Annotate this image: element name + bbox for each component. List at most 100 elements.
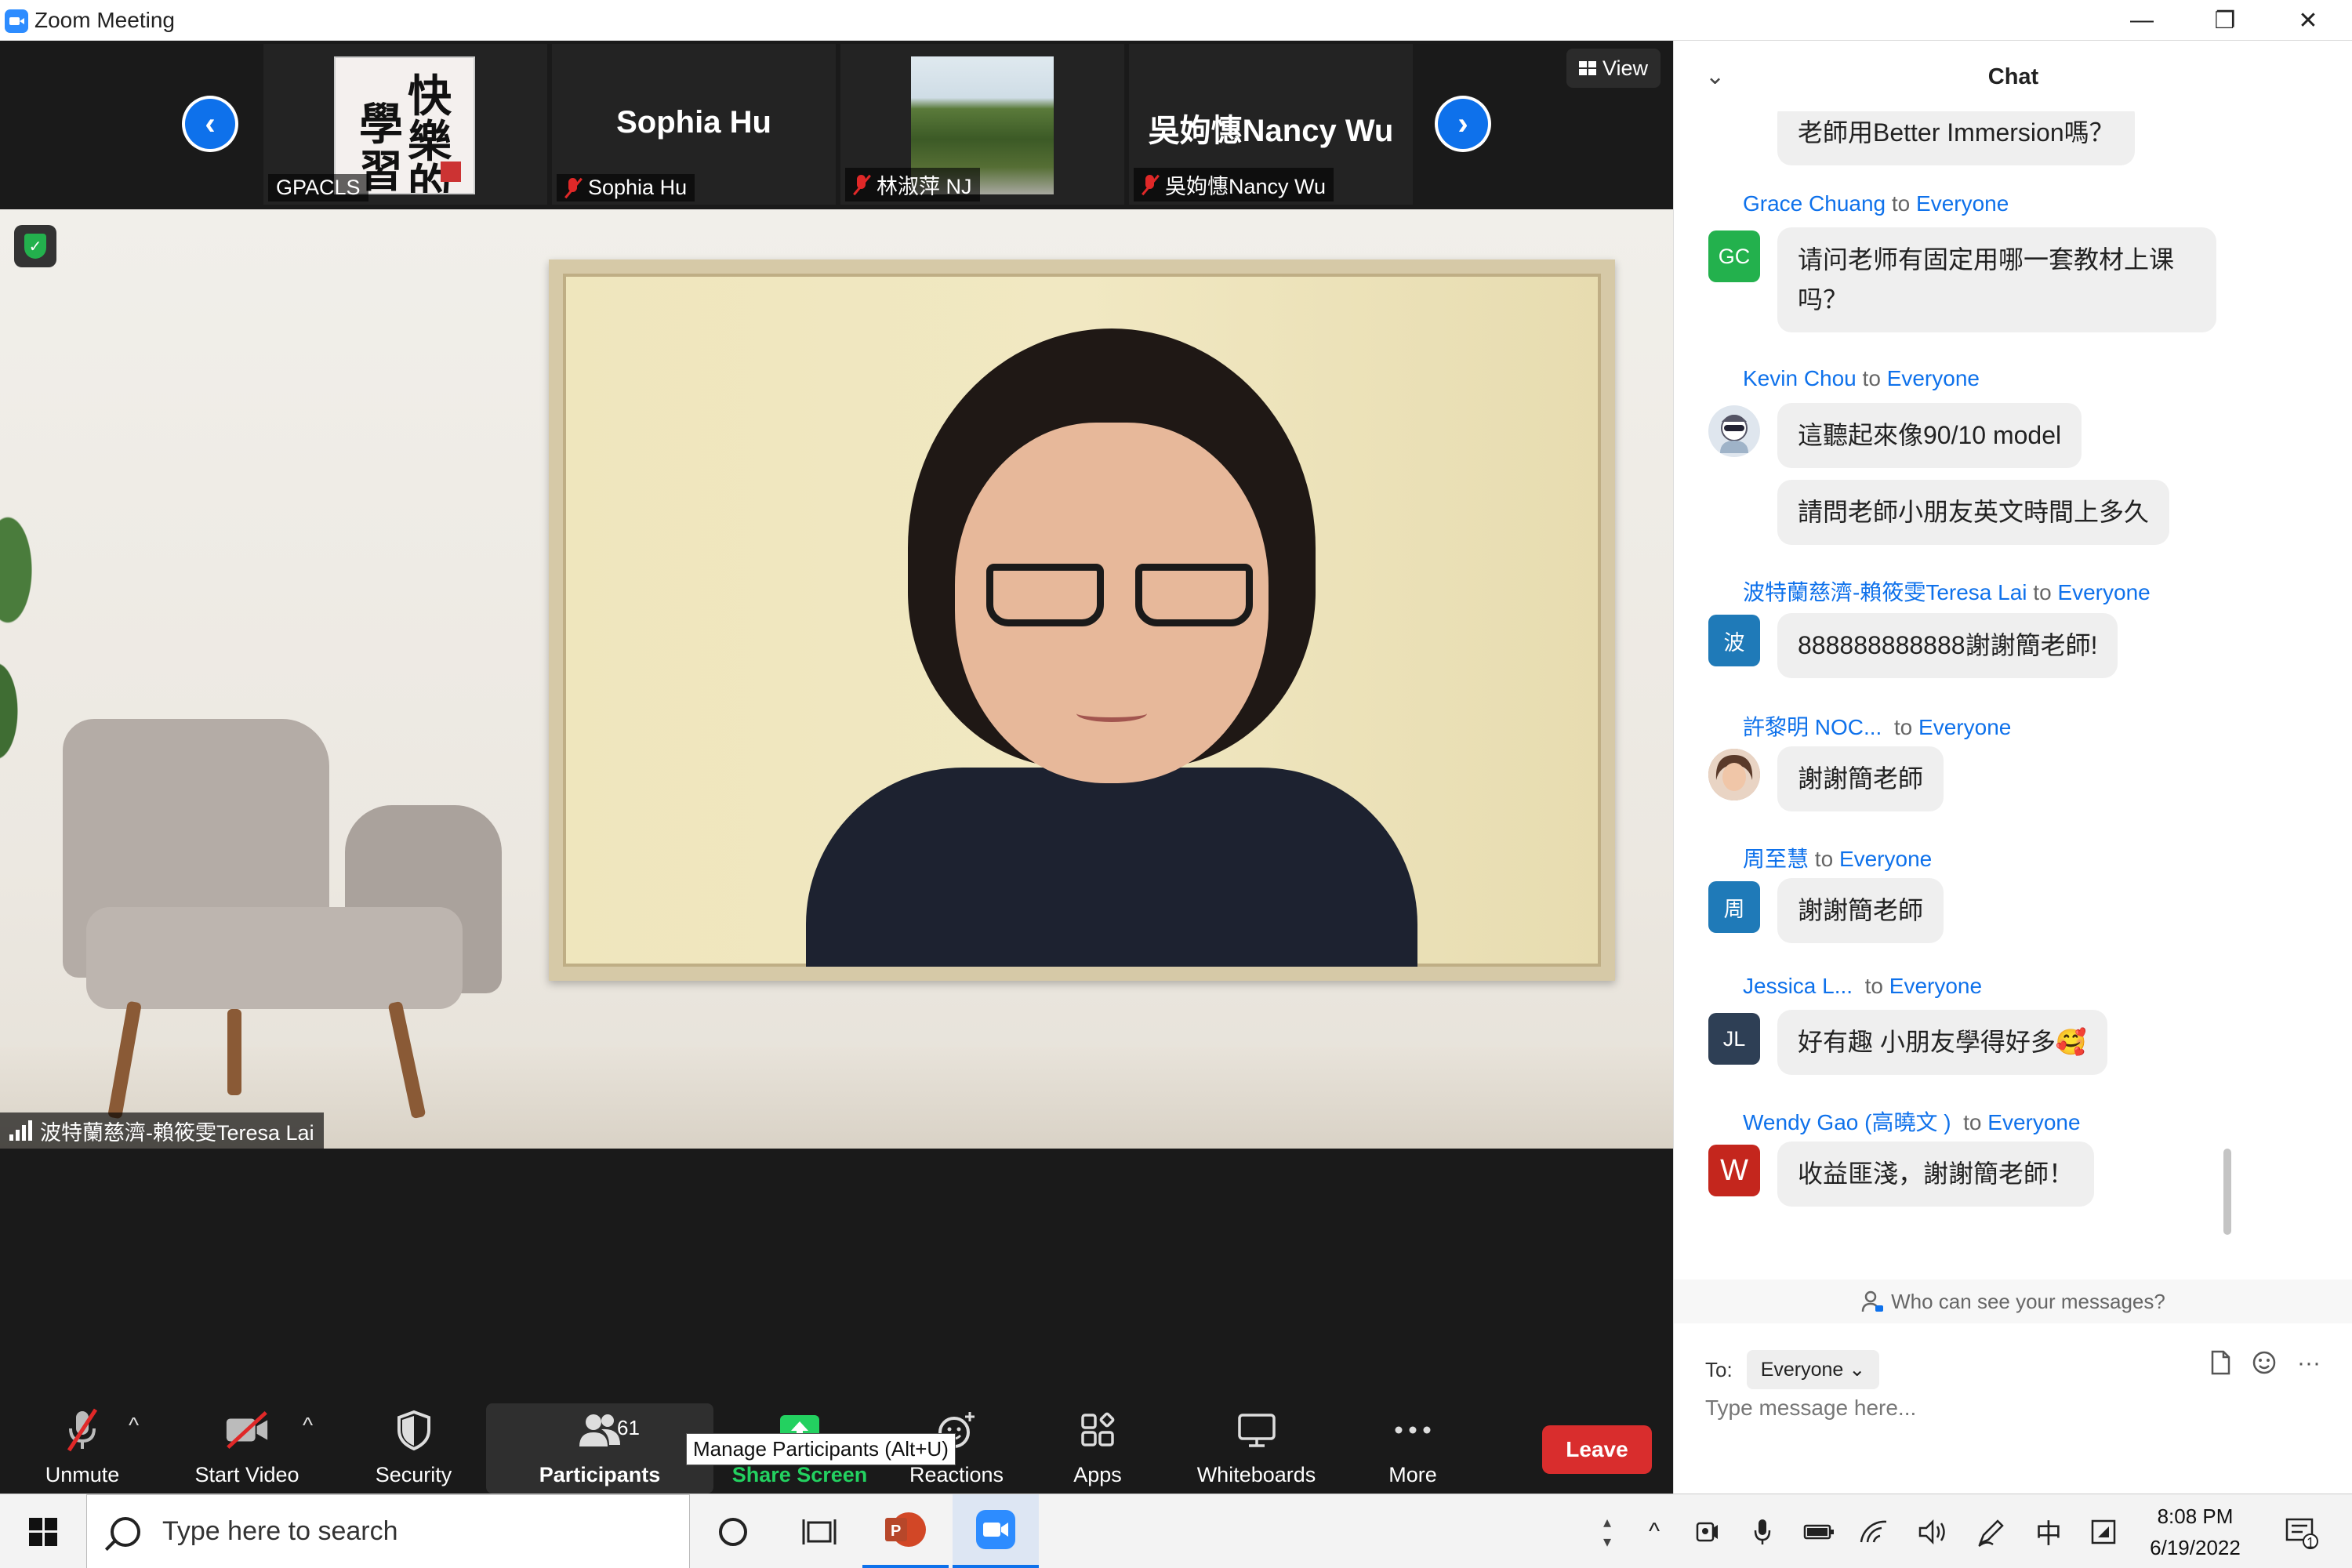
taskbar-clock[interactable]: 8:08 PM 6/19/2022: [2148, 1501, 2242, 1564]
tray-volume-icon[interactable]: [1909, 1494, 1956, 1568]
apps-button[interactable]: Apps: [1066, 1403, 1129, 1494]
grid-view-icon: [1578, 61, 1596, 75]
leave-button[interactable]: Leave: [1542, 1425, 1652, 1474]
who-can-see-link[interactable]: Who can see your messages?: [1674, 1279, 2352, 1323]
file-icon[interactable]: [2209, 1350, 2231, 1375]
cortana-button[interactable]: [690, 1494, 776, 1568]
participants-button[interactable]: 61 Participants: [486, 1403, 713, 1494]
tile-center-name: Sophia Hu: [616, 105, 771, 140]
whiteboards-button[interactable]: Whiteboards: [1188, 1403, 1325, 1494]
video-options-caret[interactable]: ^: [303, 1413, 313, 1438]
mic-muted-icon: [853, 174, 870, 196]
participant-tile-sophia[interactable]: Sophia Hu Sophia Hu: [552, 44, 836, 205]
chat-sender: Grace Chuang to Everyone: [1743, 191, 2009, 216]
tray-meeting-icon[interactable]: [1686, 1494, 1730, 1568]
tray-scroll[interactable]: ▴ ▾: [1592, 1494, 1623, 1568]
chat-bubble: 请问老师有固定用哪一套教材上课吗？: [1777, 227, 2216, 333]
task-view-button[interactable]: [776, 1494, 862, 1568]
tray-wifi-icon[interactable]: [1850, 1494, 1897, 1568]
tray-microphone-icon[interactable]: [1740, 1494, 1784, 1568]
tray-ime-indicator[interactable]: 中: [2027, 1494, 2071, 1568]
tile-name-label: Sophia Hu: [557, 174, 695, 201]
unmute-button[interactable]: Unmute: [31, 1403, 133, 1494]
tray-battery-icon[interactable]: [1795, 1494, 1842, 1568]
more-dots-icon: [1389, 1408, 1436, 1452]
chat-sender: Kevin Chou to Everyone: [1743, 366, 1980, 390]
chat-sender: Jessica L... to Everyone: [1743, 974, 1983, 998]
participants-tooltip: Manage Participants (Alt+U): [686, 1433, 956, 1465]
seal-stamp: [441, 162, 461, 182]
tray-pen-icon[interactable]: [1968, 1494, 2015, 1568]
avatar: 波: [1708, 615, 1760, 666]
avatar: 周: [1708, 881, 1760, 933]
video-off-icon: [223, 1408, 270, 1452]
tile-name-label: 吳姁憓Nancy Wu: [1134, 168, 1334, 201]
chat-scrollbar[interactable]: [2223, 1149, 2231, 1235]
chat-bubble: 謝謝簡老師: [1777, 746, 1944, 812]
signal-strength-icon: [9, 1120, 32, 1141]
chat-bubble: 老師用Better Immersion嗎？: [1777, 111, 2135, 166]
picture-frame: [549, 260, 1615, 981]
participant-tile-gpacls[interactable]: 快 樂 的 學 習 GPACLS: [263, 44, 547, 205]
tile-center-name: 吳姁憓Nancy Wu: [1148, 114, 1394, 148]
armchair: [31, 719, 517, 1120]
participants-count: 61: [617, 1416, 640, 1439]
emoji-icon[interactable]: [2252, 1350, 2277, 1375]
more-button[interactable]: More: [1381, 1403, 1444, 1494]
svg-text:P: P: [891, 1523, 901, 1540]
shield-icon: [390, 1408, 437, 1452]
audio-options-caret[interactable]: ^: [129, 1413, 139, 1438]
chat-bubble: 收益匪淺，謝謝簡老師！: [1777, 1142, 2095, 1207]
person-lock-icon: [1861, 1290, 1884, 1312]
search-icon: [111, 1516, 140, 1547]
mic-muted-icon: [1142, 174, 1159, 196]
title-bar: Zoom Meeting — ❐ ✕: [0, 0, 2352, 41]
mic-muted-icon: [564, 177, 582, 199]
window-title: Zoom Meeting: [34, 8, 175, 32]
recipient-dropdown[interactable]: Everyone ⌄: [1746, 1350, 1880, 1389]
chat-sender: Wendy Gao (高曉文 ) to Everyone: [1743, 1110, 2081, 1134]
avatar-cartoon-image: [1708, 405, 1760, 457]
participant-tile-nancy[interactable]: 吳姁憓Nancy Wu 吳姁憓Nancy Wu: [1129, 44, 1413, 205]
chat-bubble: 888888888888謝謝簡老師!: [1777, 613, 2118, 679]
security-button[interactable]: Security: [365, 1403, 463, 1494]
notification-center-icon[interactable]: 1: [2274, 1494, 2328, 1568]
zoom-app[interactable]: [953, 1494, 1039, 1568]
task-view-icon: [802, 1519, 837, 1544]
powerpoint-app[interactable]: P: [862, 1494, 949, 1568]
chat-tools: ···: [2209, 1350, 2321, 1377]
minimize-button[interactable]: —: [2101, 0, 2183, 41]
windows-logo-icon: [29, 1517, 57, 1546]
notification-count: 1: [2307, 1535, 2315, 1551]
prev-page-button[interactable]: ‹: [182, 96, 238, 152]
tray-chevron-up-icon[interactable]: ^: [1635, 1494, 1674, 1568]
close-button[interactable]: ✕: [2267, 0, 2349, 41]
next-page-button[interactable]: ›: [1435, 96, 1491, 152]
tray-input-mode-icon[interactable]: [2082, 1494, 2125, 1568]
apps-icon: [1074, 1408, 1121, 1452]
avatar: W: [1708, 1145, 1760, 1196]
chat-sender: 許黎明 NOC... to Everyone: [1743, 715, 2012, 739]
powerpoint-icon: P: [885, 1512, 926, 1547]
recipient-row: To: Everyone ⌄: [1705, 1350, 1880, 1389]
whiteboard-icon: [1233, 1408, 1280, 1452]
avatar: JL: [1708, 1013, 1760, 1065]
chat-bubble: 這聽起來像90/10 model: [1777, 403, 2082, 469]
start-button[interactable]: [0, 1494, 86, 1568]
participant-gallery: ‹ 快 樂 的 學 習 GPACLS Sophia Hu Sophia Hu 林…: [0, 41, 1673, 209]
restore-button[interactable]: ❐: [2184, 0, 2266, 41]
chat-sender: 周至慧 to Everyone: [1743, 847, 1933, 871]
view-button[interactable]: View: [1566, 49, 1661, 88]
chat-title: Chat: [1987, 64, 2039, 89]
chat-message-input[interactable]: [1705, 1396, 2317, 1421]
chat-more-icon[interactable]: ···: [2297, 1350, 2321, 1377]
encryption-shield-icon[interactable]: ✓: [14, 225, 56, 267]
chat-sender: 波特蘭慈濟-賴筱雯Teresa Lai to Everyone: [1743, 580, 2151, 604]
start-video-button[interactable]: Start Video: [188, 1403, 306, 1494]
participant-tile-lin[interactable]: 林淑萍 NJ: [840, 44, 1124, 205]
chevron-right-icon: ›: [1438, 99, 1488, 149]
zoom-icon: [976, 1510, 1015, 1549]
taskbar-search[interactable]: Type here to search: [86, 1494, 690, 1568]
mic-muted-icon: [59, 1408, 106, 1452]
chat-messages: 老師用Better Immersion嗎？ Grace Chuang to Ev…: [1674, 111, 2352, 1240]
